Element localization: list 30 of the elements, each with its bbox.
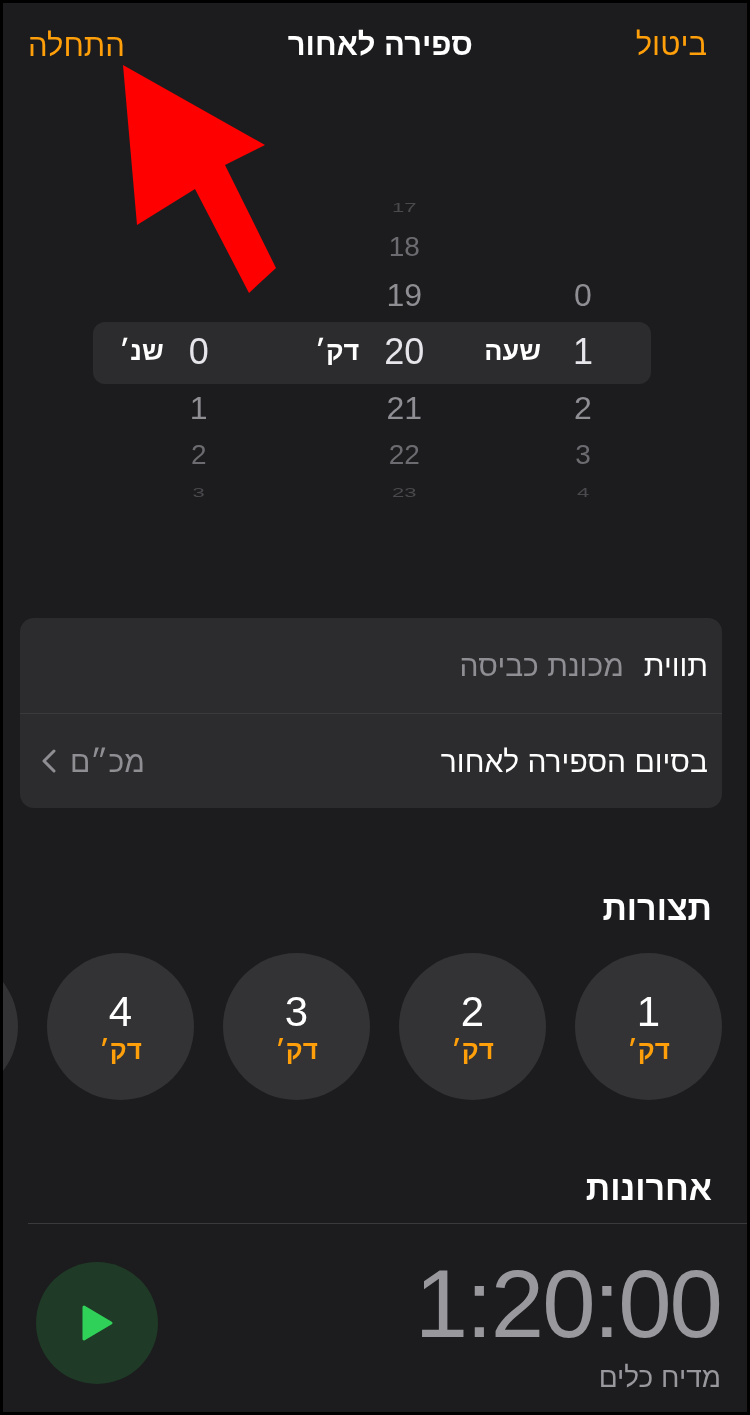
picker-number[interactable]: 20 [384, 333, 425, 370]
row-label: תווית [643, 648, 708, 684]
unit-label: שעה [484, 338, 541, 365]
picker-number[interactable]: 3 [575, 441, 591, 469]
unit-label: שנ׳ [119, 338, 164, 365]
screen-title: ספירה לאחור [287, 25, 473, 64]
recent-time: 1:20:00 [414, 1254, 721, 1354]
picker-number[interactable]: 2 [190, 441, 207, 469]
chevron-icon [42, 749, 56, 773]
play-icon [80, 1304, 114, 1342]
picker-number[interactable]: 19 [386, 279, 423, 311]
picker-number[interactable]: 0 [574, 279, 592, 311]
row-value: מכ״ם [70, 743, 145, 780]
picker-number[interactable]: 22 [388, 441, 420, 469]
section-heading: תצורות [602, 888, 712, 928]
picker-number[interactable]: 18 [388, 232, 420, 261]
recent-label: מדיח כלים [598, 1362, 721, 1394]
picker-number[interactable]: 1 [189, 391, 208, 424]
settings-row[interactable]: בסיום הספירה לאחור מכ״ם [20, 713, 722, 808]
picker-number[interactable]: 0 [188, 333, 209, 370]
settings-row[interactable]: תווית מכונת כביסה [20, 618, 722, 713]
picker-number[interactable]: 1 [573, 333, 593, 370]
start-button[interactable]: התחלה [28, 29, 125, 61]
label-field[interactable]: מכונת כביסה [459, 643, 624, 688]
section-heading: אחרונות [585, 1168, 712, 1208]
picker-number[interactable]: 2 [574, 391, 592, 424]
unit-label: דק׳ [315, 338, 360, 365]
picker-number[interactable]: 21 [386, 391, 423, 424]
row-label: בסיום הספירה לאחור [440, 743, 708, 780]
cancel-button[interactable]: ביטול [635, 21, 707, 69]
